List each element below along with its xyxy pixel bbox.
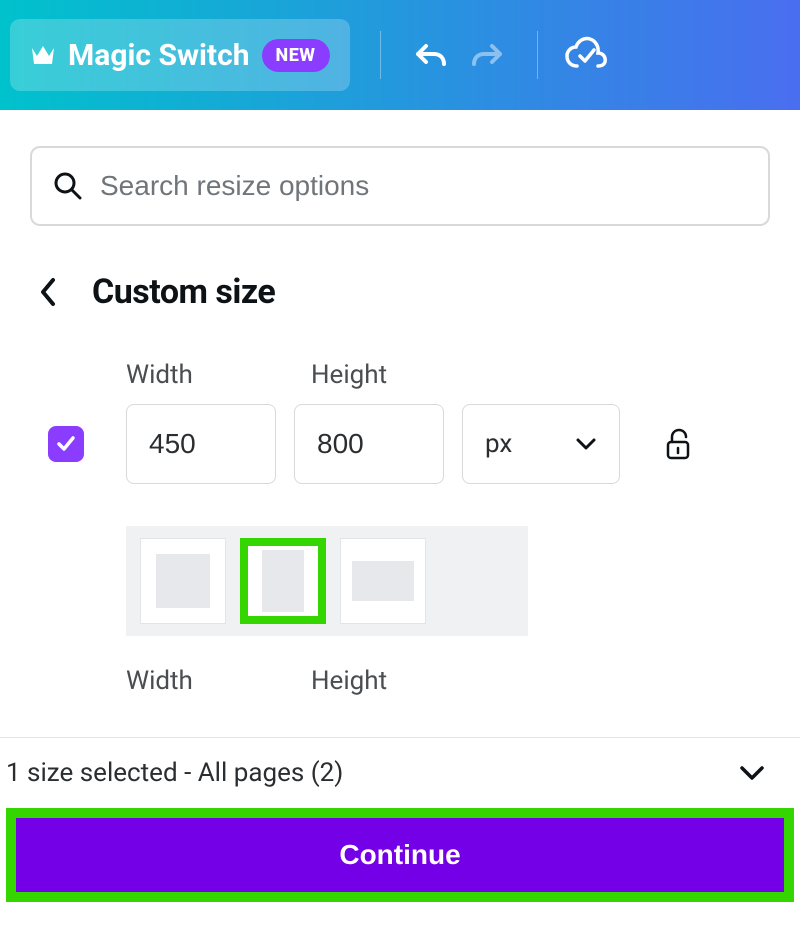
resize-panel: Custom size Width Height px	[0, 110, 800, 730]
portrait-icon	[262, 550, 304, 612]
check-icon	[55, 433, 77, 455]
height-input[interactable]	[294, 404, 444, 484]
continue-button[interactable]: Continue	[16, 818, 784, 892]
continue-highlight: Continue	[6, 808, 794, 902]
square-icon	[156, 554, 210, 608]
selection-summary[interactable]: 1 size selected - All pages (2)	[6, 758, 794, 804]
chevron-left-icon	[38, 276, 58, 308]
width-input[interactable]	[126, 404, 276, 484]
search-icon	[52, 170, 84, 202]
orientation-selector	[126, 526, 528, 636]
height-label-2: Height	[311, 666, 496, 696]
undo-icon	[408, 34, 450, 76]
new-badge: NEW	[262, 39, 330, 72]
search-input[interactable]	[100, 170, 748, 202]
chevron-down-icon	[575, 437, 597, 451]
height-label: Height	[311, 360, 496, 390]
orientation-portrait[interactable]	[240, 538, 326, 624]
unit-value: px	[485, 429, 512, 459]
magic-switch-label: Magic Switch	[68, 38, 250, 73]
size-checkbox[interactable]	[48, 426, 84, 462]
orientation-square[interactable]	[140, 538, 226, 624]
top-toolbar: Magic Switch NEW	[0, 0, 800, 110]
selection-summary-text: 1 size selected - All pages (2)	[6, 758, 343, 788]
search-field[interactable]	[30, 146, 770, 226]
lock-aspect-button[interactable]	[658, 424, 698, 464]
toolbar-divider	[537, 31, 538, 79]
magic-switch-button[interactable]: Magic Switch NEW	[10, 19, 350, 91]
unit-select[interactable]: px	[462, 404, 620, 484]
footer: 1 size selected - All pages (2) Continue	[0, 737, 800, 930]
width-label: Width	[126, 360, 311, 390]
back-button[interactable]	[30, 276, 66, 308]
orientation-landscape[interactable]	[340, 538, 426, 624]
toolbar-divider	[380, 31, 381, 79]
chevron-down-icon	[738, 764, 794, 782]
crown-icon	[30, 44, 56, 66]
width-label-2: Width	[126, 666, 311, 696]
cloud-check-icon	[563, 32, 609, 78]
redo-icon	[468, 34, 510, 76]
cloud-sync-button[interactable]	[556, 25, 616, 85]
redo-button[interactable]	[459, 25, 519, 85]
undo-button[interactable]	[399, 25, 459, 85]
unlock-icon	[664, 428, 692, 460]
page-title: Custom size	[92, 272, 275, 312]
landscape-icon	[352, 561, 414, 601]
